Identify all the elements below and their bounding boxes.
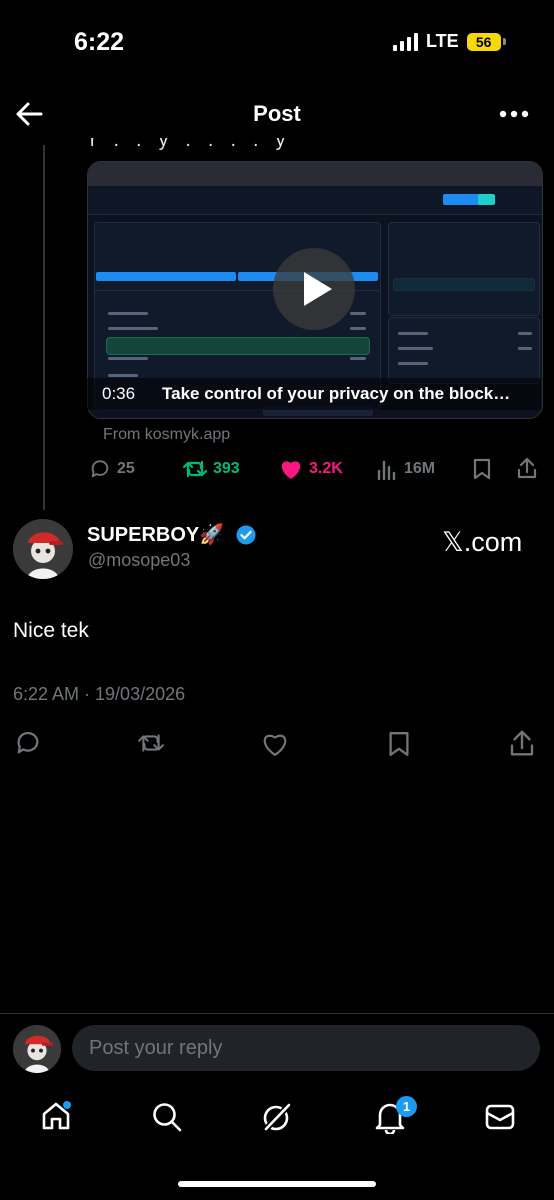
search-icon[interactable] [151,1101,183,1133]
battery-icon: 56 [466,32,501,51]
share-icon[interactable] [508,728,536,758]
view-count: 16M [404,460,436,477]
home-icon[interactable] [40,1100,72,1132]
bookmark-icon[interactable] [387,730,411,758]
thread-line [43,145,45,510]
repost-icon[interactable] [182,458,208,480]
avatar-illustration [13,1025,61,1073]
reply-placeholder: Post your reply [89,1037,223,1059]
video-title: Take control of your privacy on the bloc… [162,384,511,403]
grok-icon[interactable] [259,1099,295,1135]
messages-icon[interactable] [484,1103,516,1131]
home-indicator [178,1181,376,1187]
more-options-icon[interactable] [499,108,529,120]
avatar-illustration [13,519,73,579]
reply-icon[interactable] [89,458,111,480]
post-text: Nice tek [13,619,89,642]
composer-divider [0,1013,554,1014]
user-handle[interactable]: @mosope03 [88,550,190,571]
browser-tab-bar [88,162,542,186]
page-title: Post [253,101,301,126]
display-name[interactable]: SUPERBOY🚀 [87,522,224,547]
notifications-badge: 1 [396,1096,417,1117]
views-icon[interactable] [376,458,398,480]
status-indicators: LTE 56 [393,31,506,52]
post-timestamp: 6:22 AM · 19/03/2026 [13,684,186,704]
repost-icon[interactable] [135,731,167,755]
play-button[interactable] [273,248,355,330]
share-icon[interactable] [516,456,538,480]
avatar[interactable] [13,519,73,579]
status-time: 6:22 [74,28,125,56]
composer-avatar [13,1025,61,1073]
repost-count: 393 [213,460,240,477]
video-duration: 0:36 [102,384,136,403]
source-link[interactable]: From kosmyk.app [103,426,230,444]
battery-cap [502,38,506,45]
like-icon[interactable] [279,458,303,480]
truncated-text: r . . y . . . . y [90,138,292,150]
play-icon [304,272,332,306]
network-label: LTE [426,31,459,51]
verified-badge-icon [236,525,256,545]
x-watermark: 𝕏.com [442,527,523,557]
reply-count: 25 [117,460,135,477]
bookmark-icon[interactable] [472,458,492,480]
reply-icon[interactable] [14,729,42,757]
like-count: 3.2K [309,460,343,477]
battery-level: 56 [475,33,492,50]
signal-icon [393,32,418,51]
like-icon[interactable] [260,731,290,757]
